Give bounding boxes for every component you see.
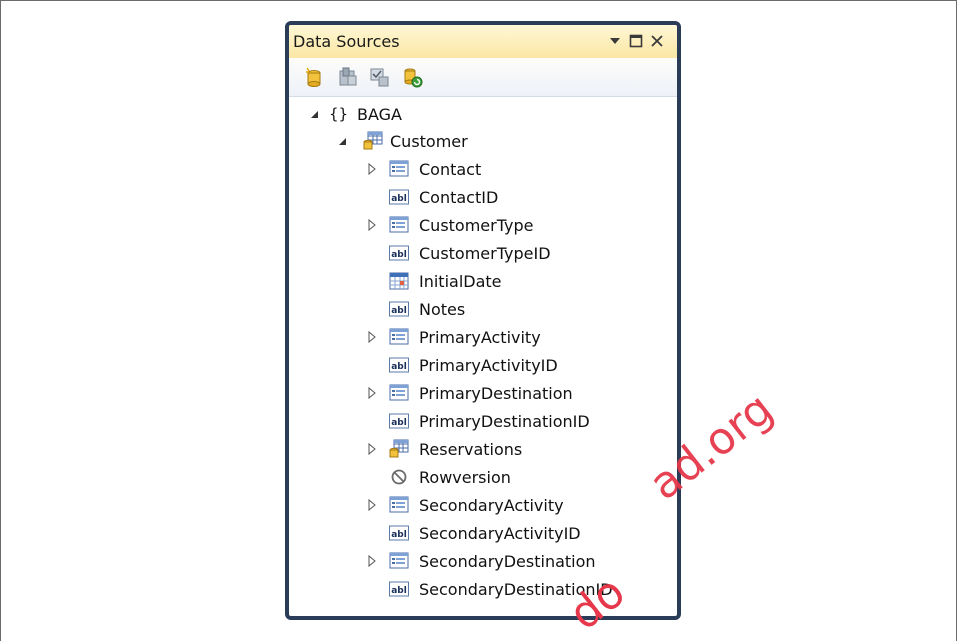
textbox-field-icon: abl	[388, 187, 410, 207]
no-control-icon	[388, 467, 410, 487]
svg-text:abl: abl	[391, 586, 407, 596]
tree-root[interactable]: {} BAGA	[289, 101, 669, 127]
tree-item-primarydestinationid[interactable]: abl PrimaryDestinationID	[289, 408, 669, 434]
tree-item-label: SecondaryActivityID	[419, 523, 581, 543]
tree-item-initialdate[interactable]: InitialDate	[289, 268, 669, 294]
navigation-property-icon	[388, 215, 410, 235]
expand-icon[interactable]	[366, 163, 378, 175]
tree-item-rowversion[interactable]: Rowversion	[289, 464, 669, 490]
navigation-property-icon	[388, 495, 410, 515]
refresh-icon[interactable]	[402, 66, 424, 88]
data-source-tree: {} BAGA Customer Contact abl ContactID Cust…	[289, 97, 677, 616]
svg-text:abl: abl	[391, 250, 407, 260]
svg-text:abl: abl	[391, 194, 407, 204]
textbox-field-icon: abl	[388, 523, 410, 543]
tree-item-contact[interactable]: Contact	[289, 156, 669, 182]
maximize-icon[interactable]	[626, 30, 646, 52]
expand-icon[interactable]	[366, 443, 378, 455]
navigation-property-icon	[388, 383, 410, 403]
data-sources-panel: Data Sources {} BAGA Customer Contact ab…	[285, 21, 681, 620]
panel-title-bar[interactable]: Data Sources	[289, 25, 677, 58]
configure-dataset-wizard-icon[interactable]	[369, 66, 391, 88]
tree-item-label: PrimaryActivity	[419, 327, 541, 347]
datetime-field-icon	[388, 271, 410, 291]
expand-icon[interactable]	[366, 387, 378, 399]
tree-item-label: PrimaryActivityID	[419, 355, 558, 375]
svg-text:abl: abl	[391, 306, 407, 316]
tree-item-reservations[interactable]: Reservations	[289, 436, 669, 462]
tree-item-label: Rowversion	[419, 467, 511, 487]
tree-item-label: CustomerType	[419, 215, 534, 235]
tree-item-primaryactivityid[interactable]: abl PrimaryActivityID	[289, 352, 669, 378]
expand-icon[interactable]	[366, 555, 378, 567]
data-sources-toolbar	[289, 58, 677, 97]
textbox-field-icon: abl	[388, 355, 410, 375]
tree-entity[interactable]: Customer	[289, 128, 669, 154]
tree-item-secondaryactivity[interactable]: SecondaryActivity	[289, 492, 669, 518]
tree-item-notes[interactable]: abl Notes	[289, 296, 669, 322]
tree-item-label: PrimaryDestination	[419, 383, 573, 403]
tree-entity-label: Customer	[390, 131, 468, 151]
tree-item-primaryactivity[interactable]: PrimaryActivity	[289, 324, 669, 350]
navigation-property-icon	[388, 159, 410, 179]
dropdown-arrow-icon[interactable]	[605, 30, 625, 52]
expand-icon[interactable]	[366, 331, 378, 343]
tree-item-label: PrimaryDestinationID	[419, 411, 590, 431]
tree-item-label: Reservations	[419, 439, 523, 459]
tree-item-label: SecondaryDestination	[419, 551, 596, 571]
tree-item-primarydestination[interactable]: PrimaryDestination	[289, 380, 669, 406]
collapse-icon[interactable]	[336, 135, 348, 147]
textbox-field-icon: abl	[388, 299, 410, 319]
panel-title: Data Sources	[293, 32, 400, 51]
close-icon[interactable]	[647, 30, 667, 52]
tree-item-label: Notes	[419, 299, 466, 319]
tree-item-label: CustomerTypeID	[419, 243, 551, 263]
textbox-field-icon: abl	[388, 243, 410, 263]
tree-item-secondaryactivityid[interactable]: abl SecondaryActivityID	[289, 520, 669, 546]
svg-text:abl: abl	[391, 530, 407, 540]
textbox-field-icon: abl	[388, 579, 410, 599]
namespace-icon: {}	[329, 105, 349, 123]
tree-item-label: ContactID	[419, 187, 499, 207]
collection-table-icon	[388, 439, 410, 459]
tree-item-label: InitialDate	[419, 271, 502, 291]
tree-item-label: Contact	[419, 159, 482, 179]
edit-dataset-designer-icon[interactable]	[337, 66, 359, 88]
navigation-property-icon	[388, 551, 410, 571]
tree-item-customertype[interactable]: CustomerType	[289, 212, 669, 238]
tree-item-customertypeid[interactable]: abl CustomerTypeID	[289, 240, 669, 266]
expand-icon[interactable]	[366, 499, 378, 511]
expand-icon[interactable]	[366, 219, 378, 231]
collapse-icon[interactable]	[308, 108, 320, 120]
tree-item-secondarydestination[interactable]: SecondaryDestination	[289, 548, 669, 574]
tree-item-label: SecondaryActivity	[419, 495, 564, 515]
tree-root-label: BAGA	[357, 104, 402, 124]
entity-table-icon	[362, 131, 384, 151]
svg-text:abl: abl	[391, 362, 407, 372]
svg-text:abl: abl	[391, 418, 407, 428]
textbox-field-icon: abl	[388, 411, 410, 431]
navigation-property-icon	[388, 327, 410, 347]
add-new-data-source-icon[interactable]	[304, 66, 326, 88]
tree-item-contactid[interactable]: abl ContactID	[289, 184, 669, 210]
